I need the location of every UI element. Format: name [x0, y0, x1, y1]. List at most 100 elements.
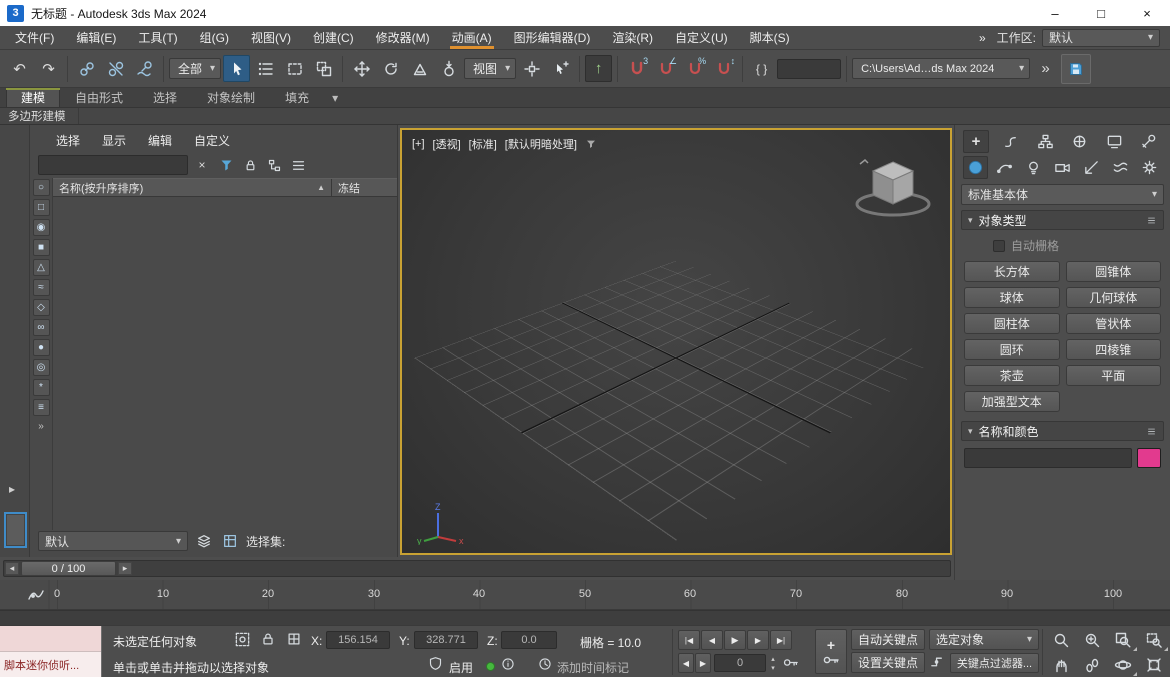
- se-flat-view-button[interactable]: [288, 155, 308, 175]
- previous-frame-arrow[interactable]: ◂: [5, 562, 19, 575]
- se-filter-overflow[interactable]: »: [38, 421, 44, 432]
- se-hierarchy-view-button[interactable]: [264, 155, 284, 175]
- display-groups-icon[interactable]: ◇: [32, 299, 50, 316]
- display-frozen-icon[interactable]: *: [32, 379, 50, 396]
- zoom-icon[interactable]: [1046, 628, 1076, 652]
- next-frame-arrow[interactable]: ▸: [118, 562, 132, 575]
- z-coordinate-field[interactable]: 0.0: [501, 631, 557, 649]
- minimize-button[interactable]: –: [1032, 0, 1078, 26]
- viewport-renderer-menu[interactable]: [标准]: [469, 136, 497, 152]
- menu-create[interactable]: 创建(C): [302, 26, 365, 50]
- next-frame-button[interactable]: ▶: [747, 630, 769, 650]
- menu-edit[interactable]: 编辑(E): [65, 26, 127, 50]
- select-and-link-button[interactable]: [73, 55, 100, 82]
- display-lights-icon[interactable]: ◉: [32, 219, 50, 236]
- scene-script-safety-icon[interactable]: [428, 656, 443, 671]
- current-frame-field[interactable]: 0: [714, 654, 766, 672]
- display-shapes-icon[interactable]: □: [32, 199, 50, 216]
- se-object-list[interactable]: [53, 197, 397, 530]
- display-list-icon[interactable]: ≡: [32, 399, 50, 416]
- set-key-button[interactable]: 设置关键点: [851, 652, 925, 673]
- object-color-swatch[interactable]: [1137, 448, 1161, 468]
- redo-button[interactable]: ↷: [35, 55, 62, 82]
- zoom-region-icon[interactable]: [1139, 628, 1169, 652]
- display-bones-icon[interactable]: ◎: [32, 359, 50, 376]
- ribbon-config-dropdown[interactable]: ▾: [324, 88, 346, 107]
- object-type-cylinder-button[interactable]: 圆柱体: [964, 313, 1060, 334]
- orbit-icon[interactable]: [1108, 653, 1138, 677]
- layout-expand-button[interactable]: ▸: [9, 482, 15, 496]
- motion-tab[interactable]: [1067, 130, 1093, 153]
- object-type-sphere-button[interactable]: 球体: [964, 287, 1060, 308]
- maximize-viewport-toggle-icon[interactable]: [1139, 653, 1169, 677]
- rectangular-selection-region-button[interactable]: [281, 55, 308, 82]
- autogrid-checkbox[interactable]: [993, 239, 1005, 252]
- object-type-cone-button[interactable]: 圆锥体: [1065, 261, 1161, 282]
- polygon-modeling-panel[interactable]: 多边形建模: [0, 108, 79, 124]
- object-type-torus-button[interactable]: 圆环: [964, 339, 1060, 360]
- ribbon-tab-modeling[interactable]: 建模: [6, 88, 61, 107]
- go-to-end-button[interactable]: ▶|: [770, 630, 792, 650]
- se-menu-edit[interactable]: 编辑: [138, 130, 182, 151]
- menu-group[interactable]: 组(G): [189, 26, 240, 50]
- key-mode-toggle[interactable]: [782, 654, 799, 671]
- menu-scripting[interactable]: 脚本(S): [739, 26, 801, 50]
- object-type-rollout-header[interactable]: ▾ 对象类型: [961, 210, 1164, 230]
- keyboard-shortcut-override-toggle[interactable]: ↑: [585, 55, 613, 82]
- se-menu-customize[interactable]: 自定义: [184, 130, 240, 151]
- save-file-button[interactable]: [1061, 53, 1092, 84]
- bind-to-space-warp-button[interactable]: [131, 55, 158, 82]
- viewcube[interactable]: [846, 152, 936, 226]
- app-icon[interactable]: 3: [7, 4, 24, 22]
- toolbar-overflow-chevron[interactable]: »: [1032, 55, 1059, 82]
- auto-key-button[interactable]: 自动关键点: [851, 629, 925, 650]
- layer-explorer-button[interactable]: [194, 531, 214, 551]
- select-and-rotate-button[interactable]: [377, 55, 404, 82]
- layer-preset-dropdown[interactable]: 默认 ▾: [38, 531, 188, 551]
- se-filter-funnel-button[interactable]: [216, 155, 236, 175]
- menu-file[interactable]: 文件(F): [4, 26, 65, 50]
- viewport-general-menu[interactable]: [+]: [412, 138, 425, 150]
- helpers-category-tab[interactable]: [1079, 156, 1104, 179]
- object-type-textplus-button[interactable]: 加强型文本: [964, 391, 1060, 412]
- isolate-selection-toggle[interactable]: [234, 631, 251, 648]
- named-selection-sets-input[interactable]: [777, 58, 842, 79]
- layout-1x1-thumbnail[interactable]: [4, 512, 27, 548]
- display-xrefs-icon[interactable]: ∞: [32, 319, 50, 336]
- object-type-teapot-button[interactable]: 茶壶: [964, 365, 1060, 386]
- select-object-button[interactable]: [223, 55, 251, 82]
- systems-category-tab[interactable]: [1137, 156, 1162, 179]
- ribbon-tab-object-paint[interactable]: 对象绘制: [192, 88, 270, 107]
- play-button[interactable]: ▶: [724, 630, 746, 650]
- display-geometry-icon[interactable]: ○: [32, 179, 50, 196]
- frame-spinner-down[interactable]: ▾: [768, 663, 778, 672]
- key-filter-target-dropdown[interactable]: 选定对象 ▾: [929, 629, 1039, 650]
- object-type-pyramid-button[interactable]: 四棱锥: [1065, 339, 1161, 360]
- object-type-tube-button[interactable]: 管状体: [1065, 313, 1161, 334]
- select-and-scale-button[interactable]: [406, 55, 433, 82]
- set-keys-button[interactable]: +: [815, 629, 847, 674]
- selection-filter-dropdown[interactable]: 全部 ▾: [169, 58, 222, 79]
- space-warps-category-tab[interactable]: [1108, 156, 1133, 179]
- create-tab[interactable]: +: [963, 129, 989, 153]
- display-materials-icon[interactable]: ●: [32, 339, 50, 356]
- scene-explorer-toggle-button[interactable]: [220, 531, 240, 551]
- menu-rendering[interactable]: 渲染(R): [601, 26, 664, 50]
- y-coordinate-field[interactable]: 328.771: [414, 631, 478, 649]
- object-type-geosphere-button[interactable]: 几何球体: [1065, 287, 1161, 308]
- hierarchy-tab[interactable]: [1032, 130, 1058, 153]
- selection-lock-toggle[interactable]: [260, 631, 276, 647]
- frame-spinner-up[interactable]: ▴: [768, 654, 778, 663]
- se-menu-select[interactable]: 选择: [46, 130, 90, 151]
- track-bar-ruler[interactable]: 0 10 20 30 40 50 60 70 80 90 100: [0, 580, 1170, 610]
- zoom-extents-icon[interactable]: [1108, 628, 1138, 652]
- menu-graph-editors[interactable]: 图形编辑器(D): [503, 26, 602, 50]
- select-and-move-button[interactable]: [348, 55, 375, 82]
- menu-views[interactable]: 视图(V): [240, 26, 302, 50]
- se-search-input[interactable]: [38, 155, 188, 175]
- se-name-column-header[interactable]: 名称(按升序排序) ▲: [53, 179, 331, 196]
- display-space-warps-icon[interactable]: ≈: [32, 279, 50, 296]
- rollout-menu-icon[interactable]: [1146, 426, 1157, 437]
- absolute-offset-mode-toggle[interactable]: [286, 631, 302, 647]
- rollout-menu-icon[interactable]: [1146, 215, 1157, 226]
